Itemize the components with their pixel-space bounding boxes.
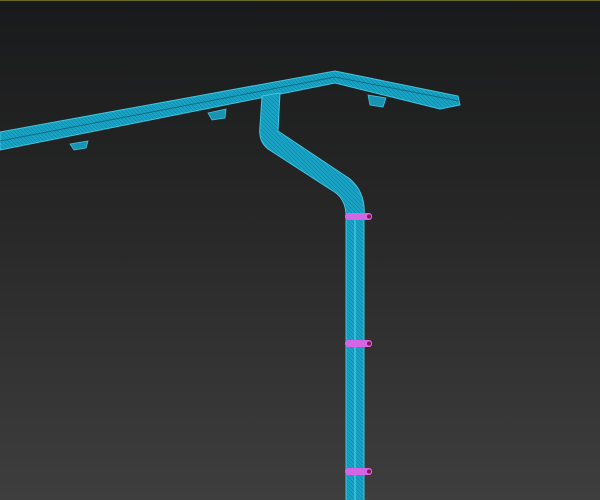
- gutter-model[interactable]: [0, 1, 600, 500]
- 3d-viewport[interactable]: [0, 0, 600, 500]
- pipe-clamp: [345, 340, 372, 347]
- pipe-clamp: [345, 213, 372, 220]
- downpipe: [259, 92, 365, 500]
- gutter: [0, 70, 461, 151]
- pipe-clamp: [345, 468, 372, 475]
